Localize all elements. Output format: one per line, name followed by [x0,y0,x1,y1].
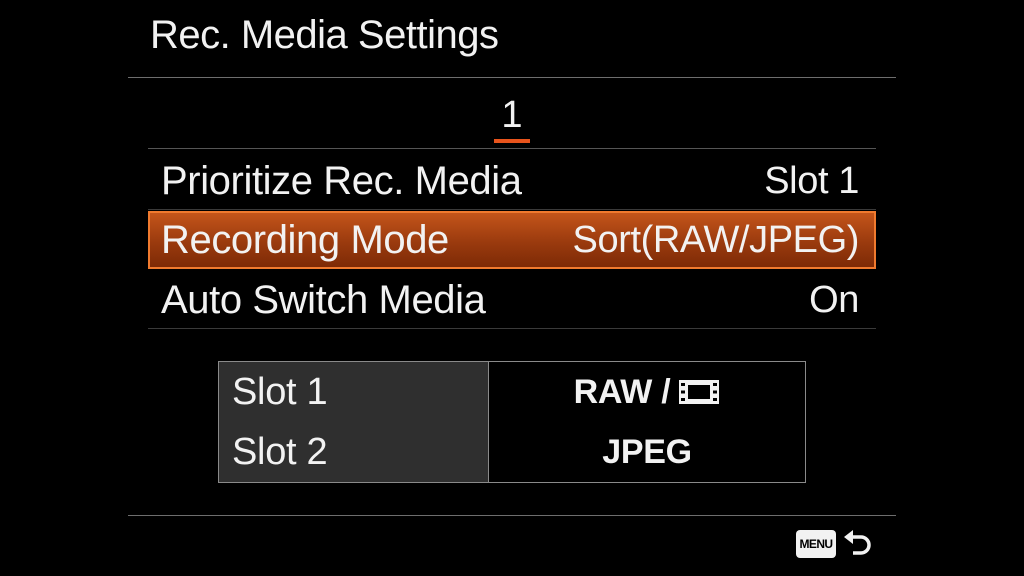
menu-item-label: Prioritize Rec. Media [161,159,522,203]
table-row-slot-1: Slot 1 RAW / [219,362,805,423]
menu-back-button[interactable]: MENU [796,528,874,560]
menu-item-prioritize-rec-media[interactable]: Prioritize Rec. Media Slot 1 [148,152,876,210]
page-title: Rec. Media Settings [150,13,499,57]
slot-name-cell: Slot 1 [219,362,489,422]
return-arrow-icon [844,530,871,555]
table-row-slot-2: Slot 2 JPEG [219,422,805,482]
movie-film-icon [679,380,720,404]
menu-item-value: Slot 1 [764,160,859,202]
title-divider [128,77,896,78]
slot-name: Slot 2 [232,431,328,473]
slot-format-cell: RAW / [489,362,805,422]
menu-item-value: Sort(RAW/JPEG) [572,219,860,261]
slot-name-cell: Slot 2 [219,422,489,482]
slot-format-table: Slot 1 RAW / Slot 2 JPEG [218,361,806,483]
row-divider [148,328,876,329]
menu-badge: MENU [796,530,836,558]
active-page-indicator [494,139,530,143]
footer-divider [128,515,896,516]
row-divider [148,209,876,210]
slot-format-cell: JPEG [489,422,805,482]
menu-item-recording-mode[interactable]: Recording Mode Sort(RAW/JPEG) [148,211,876,269]
slot-name: Slot 1 [232,371,328,413]
tab-divider [148,148,876,149]
menu-item-auto-switch-media[interactable]: Auto Switch Media On [148,271,876,329]
menu-item-label: Auto Switch Media [161,278,486,322]
slot-format: JPEG [602,432,692,471]
slot-format: RAW / [573,372,671,411]
page-number: 1 [501,94,523,136]
menu-item-label: Recording Mode [161,218,449,262]
menu-item-value: On [809,279,859,321]
page-tab-1[interactable]: 1 [494,93,530,143]
